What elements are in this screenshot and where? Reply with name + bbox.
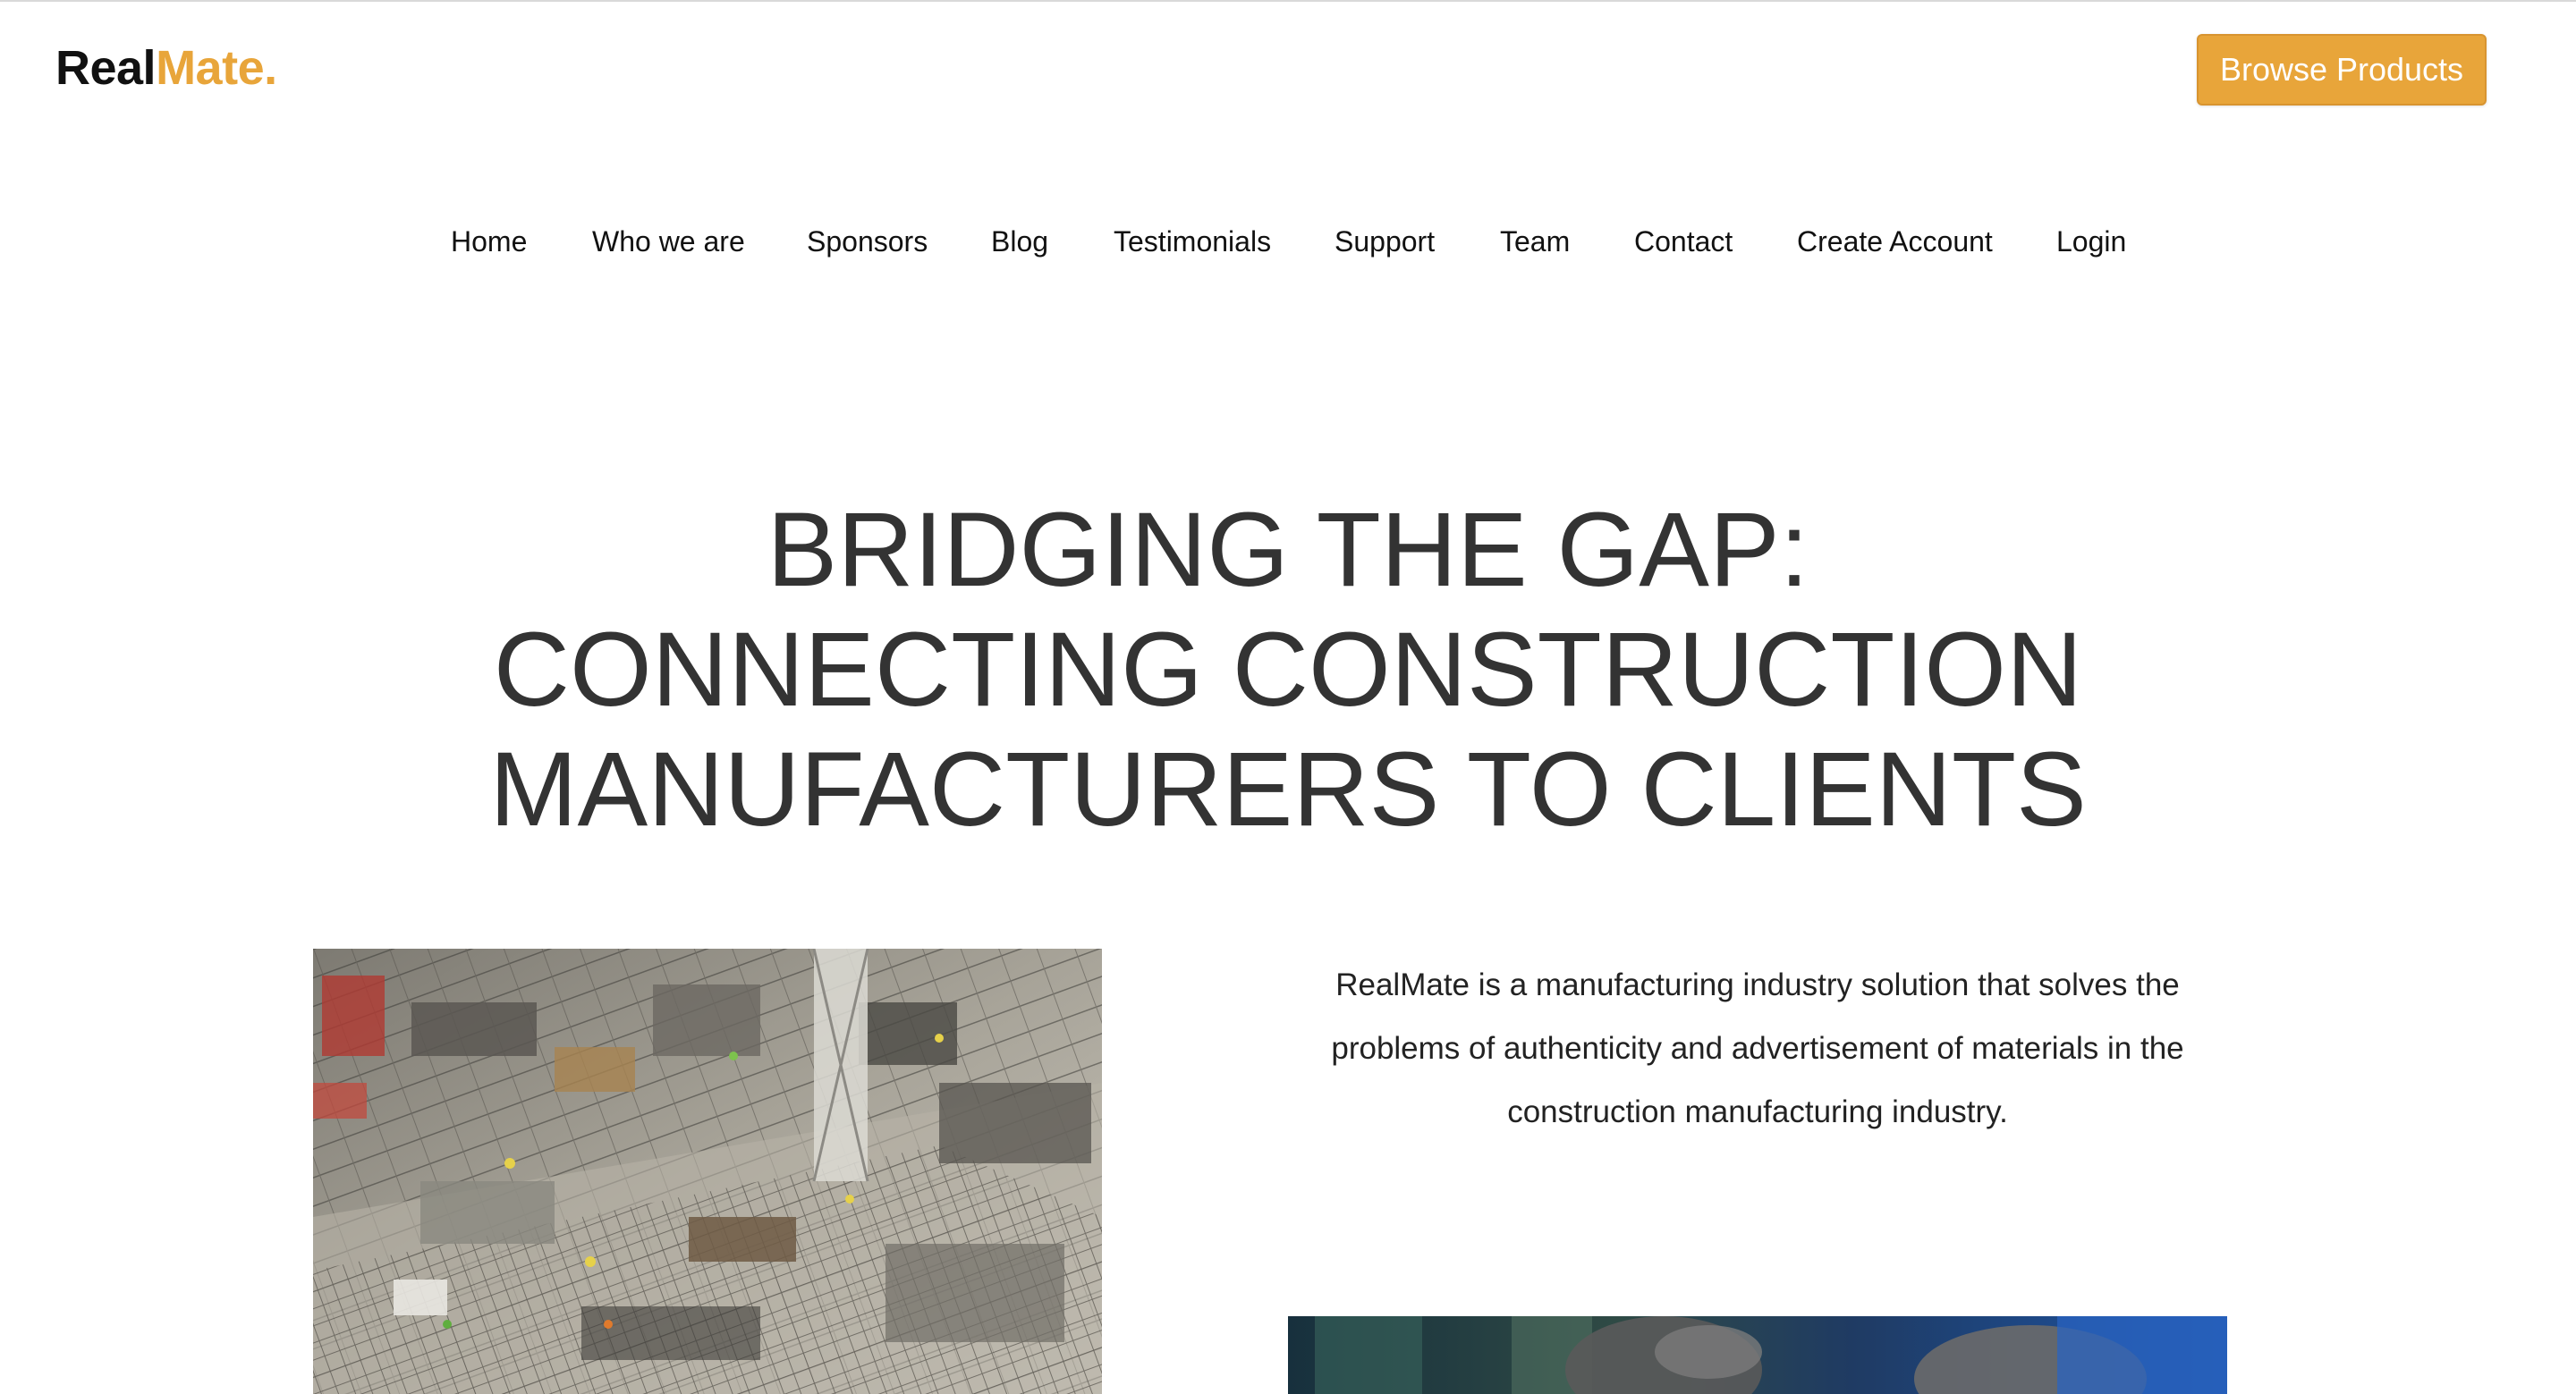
nav-item-who-we-are[interactable]: Who we are	[592, 222, 745, 261]
hero-description: RealMate is a manufacturing industry sol…	[1331, 967, 2184, 1129]
hero-title: BRIDGING THE GAP: CONNECTING CONSTRUCTIO…	[0, 490, 2576, 849]
hero-title-line: BRIDGING THE GAP:	[767, 491, 1809, 609]
nav-item-home[interactable]: Home	[451, 222, 527, 261]
hero-title-line: CONNECTING CONSTRUCTION	[493, 611, 2083, 729]
hero-title-line: MANUFACTURERS TO CLIENTS	[489, 731, 2087, 849]
nav-item-team[interactable]: Team	[1500, 222, 1570, 261]
top-divider	[0, 0, 2576, 2]
nav-item-sponsors[interactable]: Sponsors	[807, 222, 928, 261]
main-nav: Home Who we are Sponsors Blog Testimonia…	[0, 222, 2576, 261]
nav-item-login[interactable]: Login	[2056, 222, 2126, 261]
nav-item-contact[interactable]: Contact	[1634, 222, 1733, 261]
logo[interactable]: RealMate.	[55, 41, 277, 95]
nav-item-support[interactable]: Support	[1335, 222, 1435, 261]
nav-item-testimonials[interactable]: Testimonials	[1114, 222, 1271, 261]
worker-gloves-image	[1288, 1316, 2227, 1394]
logo-text-accent: Mate.	[156, 41, 277, 95]
nav-item-create-account[interactable]: Create Account	[1797, 222, 1993, 261]
nav-item-blog[interactable]: Blog	[991, 222, 1048, 261]
page: RealMate. Browse Products Home Who we ar…	[0, 0, 2576, 1394]
logo-text-primary: Real	[55, 41, 157, 95]
browse-products-button[interactable]: Browse Products	[2197, 34, 2487, 106]
construction-site-image	[313, 949, 1102, 1394]
